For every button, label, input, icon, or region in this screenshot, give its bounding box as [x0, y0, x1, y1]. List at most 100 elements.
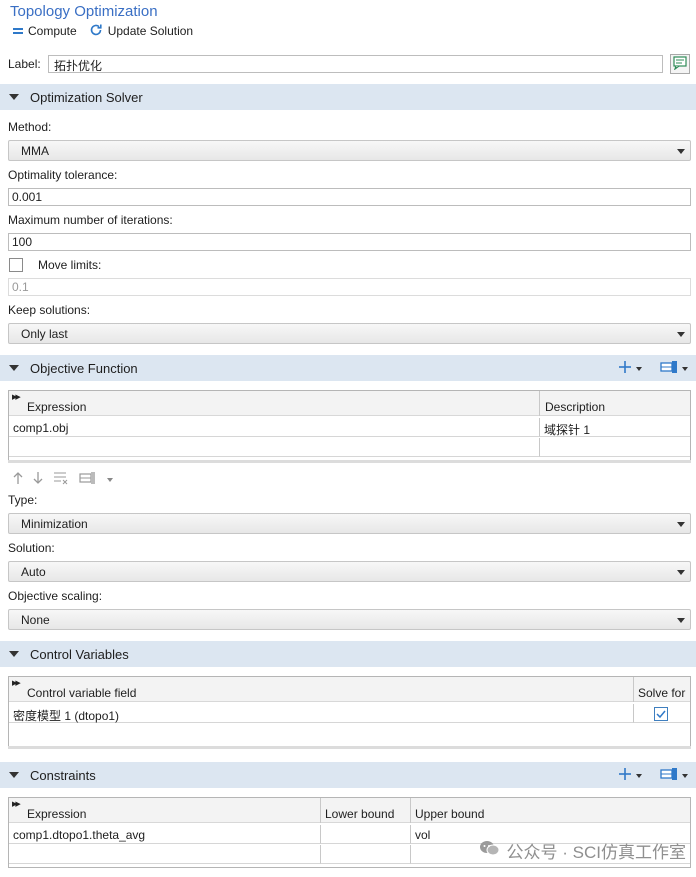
solution-select[interactable]: Auto [8, 561, 691, 582]
max-iterations-label: Maximum number of iterations: [8, 213, 173, 227]
table-tools-icon[interactable] [79, 471, 97, 488]
column-header-expression[interactable]: ▶▶ Expression [9, 391, 540, 416]
update-solution-button[interactable]: Update Solution [89, 23, 193, 40]
objective-table: ▶▶ Expression Description comp1.obj 域探针 … [8, 390, 691, 461]
section-title: Optimization Solver [30, 89, 143, 105]
move-down-icon[interactable] [33, 471, 43, 488]
clear-table-icon[interactable] [53, 471, 69, 488]
column-header-control-variable-field[interactable]: ▶▶ Control variable field [9, 677, 634, 702]
compute-label: Compute [28, 24, 77, 38]
keep-solutions-label: Keep solutions: [8, 303, 91, 317]
table-cell-description[interactable]: 域探针 1 [540, 418, 690, 437]
table-header: ▶▶ Expression Lower bound Upper bound [9, 798, 690, 823]
table-cell-empty[interactable] [9, 438, 540, 457]
update-solution-label: Update Solution [107, 24, 194, 38]
chevron-down-icon [677, 332, 685, 337]
column-label: Control variable field [27, 686, 137, 700]
add-icon[interactable] [618, 767, 632, 784]
compute-icon [13, 24, 23, 38]
move-limits-checkbox[interactable] [9, 258, 23, 272]
objective-scaling-value: None [21, 612, 50, 627]
add-dropdown-caret-icon[interactable] [636, 366, 642, 371]
move-limits-input[interactable]: 0.1 [8, 278, 691, 296]
column-label: Solve for [638, 686, 686, 700]
control-variables-table: ▶▶ Control variable field Solve for 密度模型… [8, 676, 691, 747]
column-label: Description [545, 400, 606, 414]
objective-scaling-label: Objective scaling: [8, 589, 103, 603]
column-header-expression[interactable]: ▶▶ Expression [9, 798, 321, 823]
comment-icon [673, 55, 687, 73]
section-objective-function[interactable]: Objective Function [0, 355, 696, 381]
table-tools-icon[interactable] [660, 360, 678, 377]
table-tools-caret-icon[interactable] [682, 773, 688, 778]
table-cell-expression[interactable]: comp1.dtopo1.theta_avg [9, 825, 321, 844]
column-label: Upper bound [415, 807, 485, 821]
fast-forward-icon: ▶▶ [12, 394, 21, 401]
table-cell-lower-bound[interactable] [321, 825, 411, 844]
column-header-solve-for[interactable]: Solve for [634, 677, 690, 702]
chevron-down-icon [677, 570, 685, 575]
type-label: Type: [8, 493, 38, 507]
type-value: Minimization [21, 516, 88, 531]
table-tools-icon[interactable] [660, 767, 678, 784]
objective-scaling-select[interactable]: None [8, 609, 691, 630]
table-cell-solve-for[interactable] [634, 704, 690, 723]
section-tools [618, 767, 688, 784]
column-header-description[interactable]: Description [540, 391, 690, 416]
chevron-down-icon [677, 522, 685, 527]
section-optimization-solver[interactable]: Optimization Solver [0, 84, 696, 110]
section-constraints[interactable]: Constraints [0, 762, 696, 788]
section-control-variables[interactable]: Control Variables [0, 641, 696, 667]
table-tools-caret-icon[interactable] [682, 366, 688, 371]
section-title: Control Variables [30, 646, 129, 662]
table-cell-expression[interactable]: comp1.obj [9, 418, 540, 437]
collapse-triangle-icon [9, 94, 19, 100]
table-header: ▶▶ Control variable field Solve for [9, 677, 690, 702]
watermark-text: 公众号 · SCI仿真工作室 [506, 843, 686, 862]
page-title: Topology Optimization [10, 3, 158, 20]
table-resize-handle[interactable] [8, 460, 691, 463]
collapse-triangle-icon [9, 651, 19, 657]
section-title: Constraints [30, 767, 96, 783]
column-label: Expression [27, 807, 87, 821]
table-cell-empty[interactable] [540, 438, 690, 457]
compute-button[interactable]: Compute [13, 24, 77, 38]
add-dropdown-caret-icon[interactable] [636, 773, 642, 778]
section-tools [618, 360, 688, 377]
chevron-down-icon [677, 618, 685, 623]
move-limits-label: Move limits: [38, 258, 102, 272]
move-up-icon[interactable] [13, 471, 23, 488]
column-header-upper-bound[interactable]: Upper bound [411, 798, 690, 823]
table-cell-field[interactable]: 密度模型 1 (dtopo1) [9, 704, 634, 723]
tolerance-input[interactable]: 0.001 [8, 188, 691, 206]
label-caption: Label: [8, 57, 41, 71]
wechat-icon [479, 839, 501, 862]
table-cell-empty[interactable] [9, 845, 321, 864]
add-icon[interactable] [618, 360, 632, 377]
table-tools-caret-icon[interactable] [107, 477, 113, 482]
collapse-triangle-icon [9, 772, 19, 778]
section-title: Objective Function [30, 360, 138, 376]
solve-for-checkbox[interactable] [654, 707, 668, 724]
solution-value: Auto [21, 564, 46, 579]
label-input[interactable]: 拓扑优化 [48, 55, 663, 73]
method-value: MMA [21, 143, 49, 158]
column-label: Lower bound [325, 807, 395, 821]
keep-solutions-select[interactable]: Only last [8, 323, 691, 344]
table-resize-handle[interactable] [8, 746, 691, 749]
watermark: 公众号 · SCI仿真工作室 [479, 838, 686, 863]
tolerance-label: Optimality tolerance: [8, 168, 118, 182]
label-edit-button[interactable] [670, 54, 690, 74]
column-label: Expression [27, 400, 87, 414]
keep-solutions-value: Only last [21, 326, 68, 341]
header-toolbar: Compute Update Solution [13, 23, 201, 39]
table-header: ▶▶ Expression Description [9, 391, 690, 416]
type-select[interactable]: Minimization [8, 513, 691, 534]
table-cell-empty[interactable] [321, 845, 411, 864]
collapse-triangle-icon [9, 365, 19, 371]
method-label: Method: [8, 120, 52, 134]
column-header-lower-bound[interactable]: Lower bound [321, 798, 411, 823]
method-select[interactable]: MMA [8, 140, 691, 161]
max-iterations-input[interactable]: 100 [8, 233, 691, 251]
chevron-down-icon [677, 149, 685, 154]
